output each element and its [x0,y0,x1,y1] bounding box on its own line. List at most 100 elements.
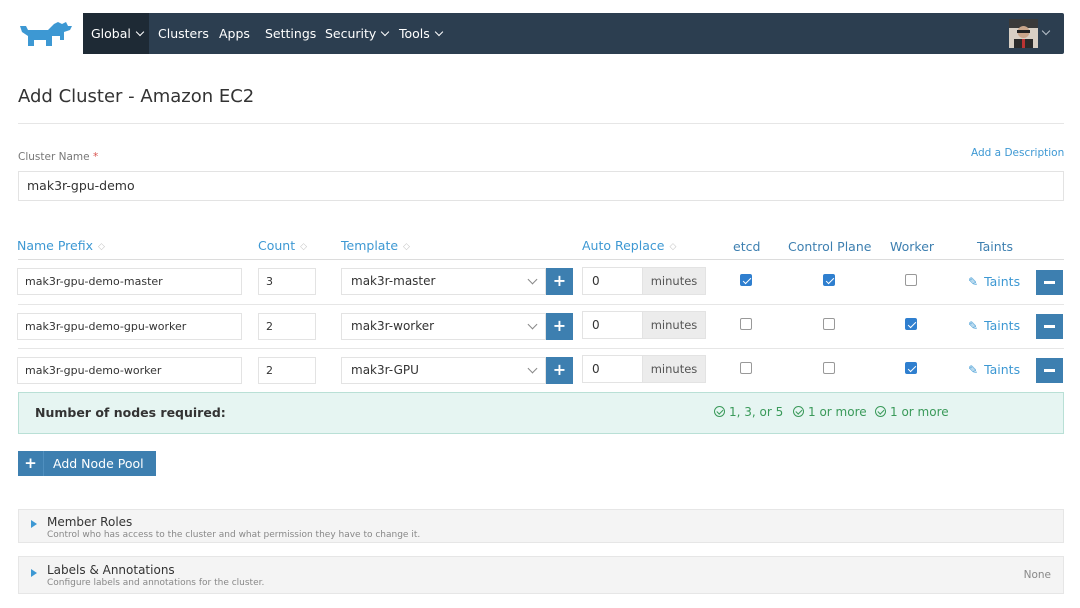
avatar-chevron-down-icon[interactable] [1041,26,1051,36]
add-node-pool-button[interactable]: + Add Node Pool [18,451,156,476]
th-name-prefix[interactable]: Name Prefix ◇ [17,238,105,253]
rancher-logo-icon[interactable] [18,18,74,50]
th-etcd: etcd [733,239,761,254]
etcd-checkbox[interactable] [740,274,752,286]
add-node-pool-label: Add Node Pool [53,456,144,471]
nav-clusters[interactable]: Clusters [158,13,209,54]
template-select-value: mak3r-worker [351,319,435,333]
th-template-label: Template [341,238,399,253]
sort-icon: ◇ [669,242,677,252]
row-divider [18,348,1064,349]
member-roles-title: Member Roles [47,515,133,529]
pencil-icon: ✎ [968,319,979,333]
th-count[interactable]: Count ◇ [258,238,307,253]
worker-checkbox[interactable] [905,362,917,374]
button-separator [43,451,44,476]
control-plane-requirement: 1 or more [793,405,867,419]
page-title: Add Cluster - Amazon EC2 [18,86,255,107]
template-select[interactable]: mak3r-worker [341,313,546,340]
plus-icon: + [552,316,567,335]
worker-checkbox[interactable] [905,318,917,330]
chevron-down-icon [381,27,390,37]
th-name-prefix-label: Name Prefix [17,238,93,253]
nodes-required-summary: Number of nodes required: 1, 3, or 5 1 o… [18,392,1064,434]
chevron-down-icon [527,319,538,330]
member-roles-accordion[interactable]: Member Roles Control who has access to t… [18,509,1064,543]
th-worker: Worker [890,239,935,254]
required-mark: * [92,151,99,163]
cluster-name-label: Cluster Name * [18,151,98,163]
name-prefix-input[interactable]: mak3r-gpu-demo-master [17,268,242,295]
add-template-button[interactable]: + [546,357,573,384]
control-plane-checkbox[interactable] [823,318,835,330]
nav-settings[interactable]: Settings [265,13,316,54]
top-navbar: Global Clusters Apps Settings Security T… [83,13,1064,54]
sort-icon: ◇ [98,242,105,252]
add-template-button[interactable]: + [546,313,573,340]
plus-icon: + [552,360,567,379]
taints-link[interactable]: ✎ Taints [968,362,1020,377]
nodes-required-label: Number of nodes required: [35,405,226,420]
chevron-down-icon [135,27,145,37]
control-plane-checkbox[interactable] [823,362,835,374]
etcd-requirement: 1, 3, or 5 [714,405,783,419]
taints-link[interactable]: ✎ Taints [968,318,1020,333]
name-prefix-input[interactable]: mak3r-gpu-demo-worker [17,357,242,384]
count-input[interactable]: 3 [258,268,316,295]
template-select-value: mak3r-GPU [351,363,419,377]
taints-link[interactable]: ✎ Taints [968,274,1020,289]
sort-icon: ◇ [403,242,410,252]
cluster-name-label-text: Cluster Name [18,151,90,163]
auto-replace-input[interactable]: 0 [582,311,643,339]
control-plane-requirement-text: 1 or more [808,405,867,419]
nav-global-menu[interactable]: Global [83,13,149,54]
count-input[interactable]: 2 [258,313,316,340]
th-auto-replace[interactable]: Auto Replace ◇ [582,238,676,253]
etcd-requirement-text: 1, 3, or 5 [729,405,784,419]
th-count-label: Count [258,238,296,253]
check-circle-icon [714,406,725,417]
th-template[interactable]: Template ◇ [341,238,410,253]
name-prefix-input[interactable]: mak3r-gpu-demo-gpu-worker [17,313,242,340]
expand-arrow-icon [31,520,37,528]
labels-annotations-status: None [1023,569,1051,581]
check-circle-icon [793,406,804,417]
count-input[interactable]: 2 [258,357,316,384]
sort-icon: ◇ [300,242,308,252]
nav-tools[interactable]: Tools [399,13,444,54]
remove-pool-button[interactable] [1036,358,1063,383]
labels-annotations-description: Configure labels and annotations for the… [47,578,265,588]
chevron-down-icon [434,27,444,37]
expand-arrow-icon [31,569,37,577]
chevron-down-icon [527,274,538,285]
remove-pool-button[interactable] [1036,314,1063,339]
worker-checkbox[interactable] [905,274,917,286]
template-select[interactable]: mak3r-GPU [341,357,546,384]
etcd-checkbox[interactable] [740,318,752,330]
etcd-checkbox[interactable] [740,362,752,374]
add-description-link[interactable]: Add a Description [971,147,1064,159]
nav-apps[interactable]: Apps [219,13,250,54]
labels-annotations-title: Labels & Annotations [47,563,175,577]
auto-replace-input[interactable]: 0 [582,355,643,383]
minutes-addon: minutes [642,267,706,295]
pencil-icon: ✎ [968,363,979,377]
taints-label: Taints [984,318,1021,333]
th-control-plane: Control Plane [788,239,872,254]
worker-requirement-text: 1 or more [890,405,949,419]
remove-pool-button[interactable] [1036,270,1063,295]
user-avatar-icon[interactable] [1009,19,1038,48]
nav-security-label: Security [325,26,377,41]
cluster-name-input[interactable]: mak3r-gpu-demo [18,171,1064,201]
plus-icon: + [24,454,37,472]
title-divider [18,123,1064,124]
nav-security[interactable]: Security [325,13,390,54]
nav-tools-label: Tools [399,26,430,41]
labels-annotations-accordion[interactable]: Labels & Annotations Configure labels an… [18,556,1064,594]
auto-replace-input[interactable]: 0 [582,267,643,295]
table-header-divider [18,259,1064,260]
template-select[interactable]: mak3r-master [341,268,546,295]
add-template-button[interactable]: + [546,268,573,295]
control-plane-checkbox[interactable] [823,274,835,286]
worker-requirement: 1 or more [875,405,949,419]
